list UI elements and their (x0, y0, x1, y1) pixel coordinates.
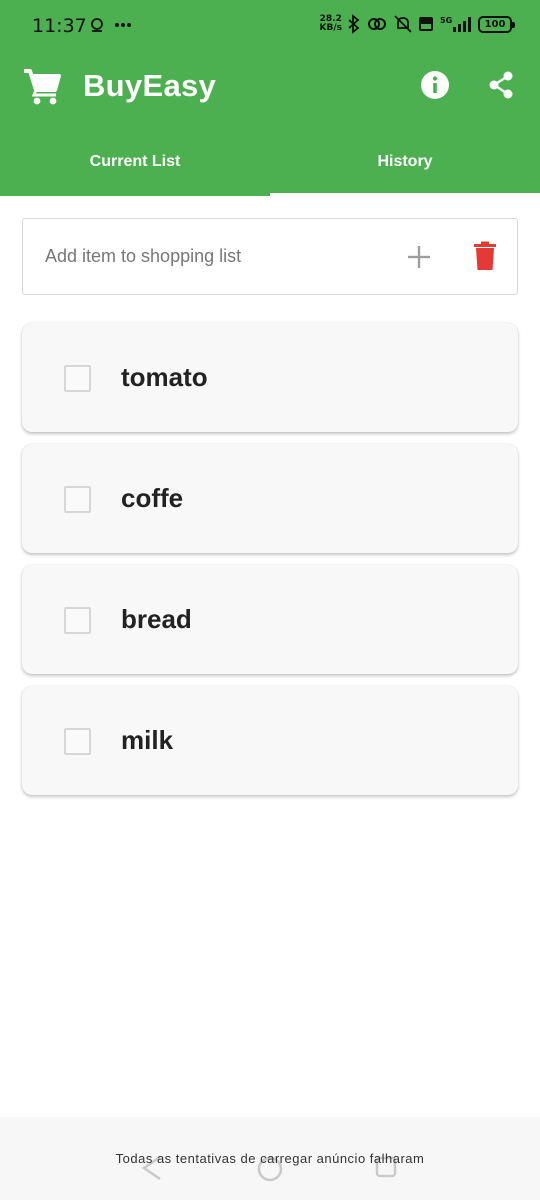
notification-icon (91, 18, 103, 32)
tab-current-list[interactable]: Current List (0, 134, 270, 196)
info-icon[interactable] (420, 70, 450, 100)
add-item-input[interactable] (23, 219, 383, 294)
bluetooth-icon (348, 14, 360, 34)
tab-label: History (377, 153, 433, 170)
ad-banner: Todas as tentativas de carregar anúncio … (0, 1117, 540, 1200)
svg-text:5G: 5G (440, 16, 452, 25)
status-left-icons (88, 16, 132, 34)
app-bar: 11:37 28.2 KB/s 5G 100 BuyEasy Current L… (0, 0, 540, 196)
plus-icon[interactable] (405, 243, 433, 271)
more-dots-icon (115, 23, 131, 27)
item-checkbox[interactable] (64, 728, 91, 755)
add-item-box (22, 218, 518, 295)
list-item[interactable]: milk (22, 686, 518, 795)
list-item[interactable]: bread (22, 565, 518, 674)
net-speed-unit: KB/s (319, 23, 342, 33)
status-right-icons: 28.2 KB/s 5G 100 (320, 14, 515, 34)
cart-icon (24, 69, 61, 105)
list-item[interactable]: tomato (22, 323, 518, 432)
shopping-list: tomato coffe bread milk (22, 323, 518, 807)
item-label: coffe (121, 483, 184, 513)
toolbar: BuyEasy (0, 56, 540, 120)
battery-icon: 100 (478, 15, 515, 33)
volte-icon (419, 17, 433, 31)
share-icon[interactable] (486, 70, 516, 100)
tab-bar: Current List History (0, 134, 540, 196)
item-label: milk (121, 725, 174, 755)
status-bar: 11:37 28.2 KB/s 5G 100 (0, 0, 540, 56)
tab-label: Current List (89, 153, 181, 170)
net-speed: 28.2 KB/s (320, 15, 342, 33)
item-checkbox[interactable] (64, 365, 91, 392)
tab-indicator (270, 193, 540, 196)
item-checkbox[interactable] (64, 486, 91, 513)
item-label: tomato (121, 362, 208, 392)
mute-bell-icon (394, 15, 412, 33)
tab-history[interactable]: History (270, 134, 540, 196)
link-icon (368, 18, 386, 30)
list-item[interactable]: coffe (22, 444, 518, 553)
signal-5g-icon: 5G (440, 16, 471, 32)
ad-error-text: Todas as tentativas de carregar anúncio … (115, 1151, 425, 1166)
item-label: bread (121, 604, 192, 634)
app-title: BuyEasy (83, 68, 217, 103)
status-time: 11:37 (32, 15, 87, 37)
trash-icon[interactable] (473, 241, 497, 271)
item-checkbox[interactable] (64, 607, 91, 634)
